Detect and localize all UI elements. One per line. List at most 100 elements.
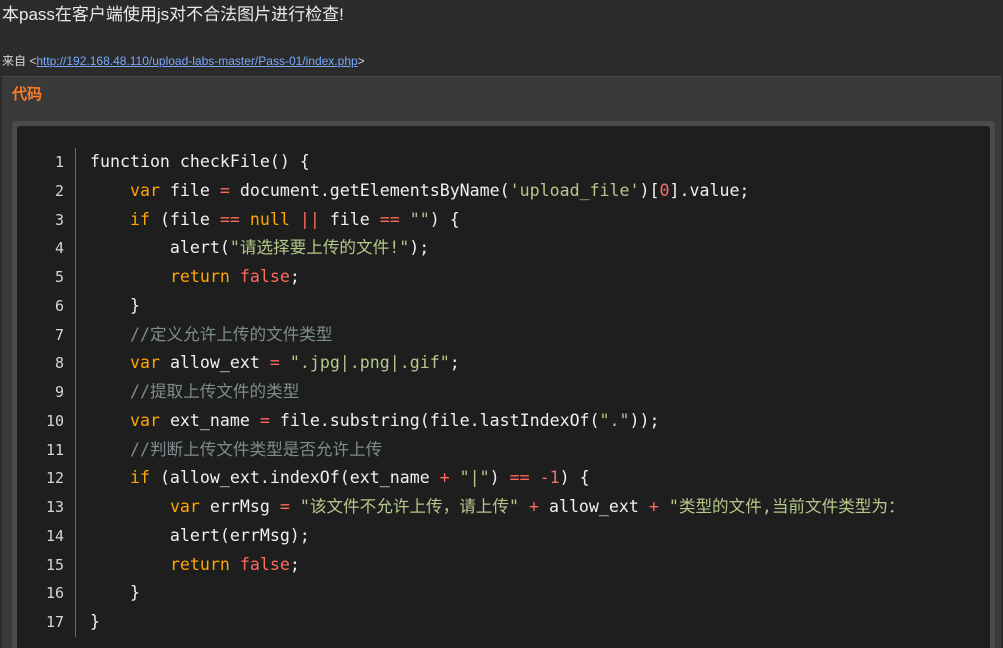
code-line: } [90, 292, 990, 321]
code-line: if (allow_ext.indexOf(ext_name + "|") ==… [90, 464, 990, 493]
code-token: alert( [90, 238, 230, 258]
source-link[interactable]: http://192.168.48.110/upload-labs-master… [36, 54, 357, 68]
code-token: (allow_ext.indexOf(ext_name [149, 468, 440, 488]
code-token: == [509, 468, 530, 488]
code-token: null [249, 209, 290, 229]
code-line: if (file == null || file == "") { [90, 206, 990, 235]
code-line: var allow_ext = ".jpg|.png|.gif"; [90, 349, 990, 378]
code-line: //定义允许上传的文件类型 [90, 321, 990, 350]
code-token: } [90, 583, 140, 603]
line-number: 2 [54, 181, 64, 200]
code-token: "" [409, 209, 430, 229]
code-token: file [159, 180, 220, 200]
code-line: var ext_name = file.substring(file.lastI… [90, 407, 990, 436]
code-token: //判断上传文件类型是否允许上传 [129, 439, 383, 459]
line-number: 6 [54, 296, 64, 315]
code-line: } [90, 608, 990, 637]
code-line: //提取上传文件的类型 [90, 378, 990, 407]
code-token: 'upload_file' [509, 180, 640, 200]
line-number: 7 [54, 325, 64, 344]
code-token: ; [289, 267, 300, 286]
source-line: 来自 <http://192.168.48.110/upload-labs-ma… [2, 53, 365, 69]
code-token: ".jpg|.png|.gif" [289, 353, 450, 373]
code-line: //判断上传文件类型是否允许上传 [90, 436, 990, 465]
code-token: if [129, 468, 150, 488]
code-token: allow_ext [538, 497, 649, 516]
code-token: ; [289, 554, 300, 574]
code-token: alert(errMsg); [90, 525, 310, 545]
code-frame: 1 2 3 4 5 6 7 8 9 10 11 12 13 14 15 16 17 function check… [12, 121, 995, 648]
code-token: "该文件不允许上传，请上传" [299, 497, 519, 516]
code-token: "类型的文件,当前文件类型为： [668, 497, 905, 516]
code-token: ) { [559, 468, 590, 488]
code-line: alert("请选择要上传的文件!"); [90, 234, 990, 263]
code-token: 0 [659, 180, 670, 200]
gutter-divider [75, 148, 76, 637]
code-token: } [90, 612, 100, 631]
code-token: == [219, 209, 240, 229]
code-token: )[ [639, 180, 660, 200]
code-token: if [129, 209, 150, 229]
code-token: ) [489, 468, 510, 488]
code-token: //提取上传文件的类型 [129, 382, 300, 401]
code-token: = [269, 353, 280, 373]
code-line: var file = document.getElementsByName('u… [90, 177, 990, 206]
line-number: 14 [45, 526, 64, 545]
code-token: var [129, 410, 160, 430]
code-token: var [169, 497, 200, 516]
page-title: 本pass在客户端使用js对不合法图片进行检查! [2, 5, 344, 24]
code-token: ; [449, 353, 460, 373]
code-token: //定义允许上传的文件类型 [129, 324, 333, 344]
code-token: ext_name [159, 410, 260, 430]
source-suffix: > [357, 54, 365, 68]
panel-title: 代码 [12, 85, 43, 103]
code-line: return false; [90, 263, 990, 292]
code-token: file [319, 209, 380, 229]
code-token: )); [629, 410, 660, 430]
line-number: 12 [45, 469, 64, 488]
code-line: return false; [90, 551, 990, 580]
code-token: ); [409, 238, 430, 258]
code-token: + [439, 468, 450, 488]
code-token: || [299, 209, 320, 229]
code-token: "请选择要上传的文件!" [229, 238, 410, 258]
line-number: 8 [54, 354, 64, 373]
line-number: 17 [45, 613, 64, 631]
code-token: file.substring(file.lastIndexOf( [269, 410, 600, 430]
source-prefix: 来自 < [2, 54, 37, 68]
code-line: var errMsg = "该文件不允许上传，请上传" + allow_ext … [90, 493, 990, 522]
code-token: false [239, 554, 290, 574]
code-lines: function checkFile() { var file = docume… [90, 148, 990, 637]
code-line: } [90, 579, 990, 608]
line-number: 5 [54, 268, 64, 286]
code-token: function checkFile() { [90, 152, 310, 171]
code-token: -1 [539, 468, 560, 488]
code-block[interactable]: 1 2 3 4 5 6 7 8 9 10 11 12 13 14 15 16 17 function check… [17, 126, 990, 648]
code-token: } [90, 295, 140, 315]
code-token: return [169, 554, 230, 574]
code-line: alert(errMsg); [90, 522, 990, 551]
code-token: ].value; [669, 180, 750, 200]
code-token: + [648, 497, 659, 516]
code-token: == [379, 209, 400, 229]
code-token: + [528, 497, 539, 516]
line-number: 13 [45, 498, 64, 516]
code-token: = [259, 410, 270, 430]
code-token: false [239, 267, 290, 286]
code-token: ) { [429, 209, 460, 229]
